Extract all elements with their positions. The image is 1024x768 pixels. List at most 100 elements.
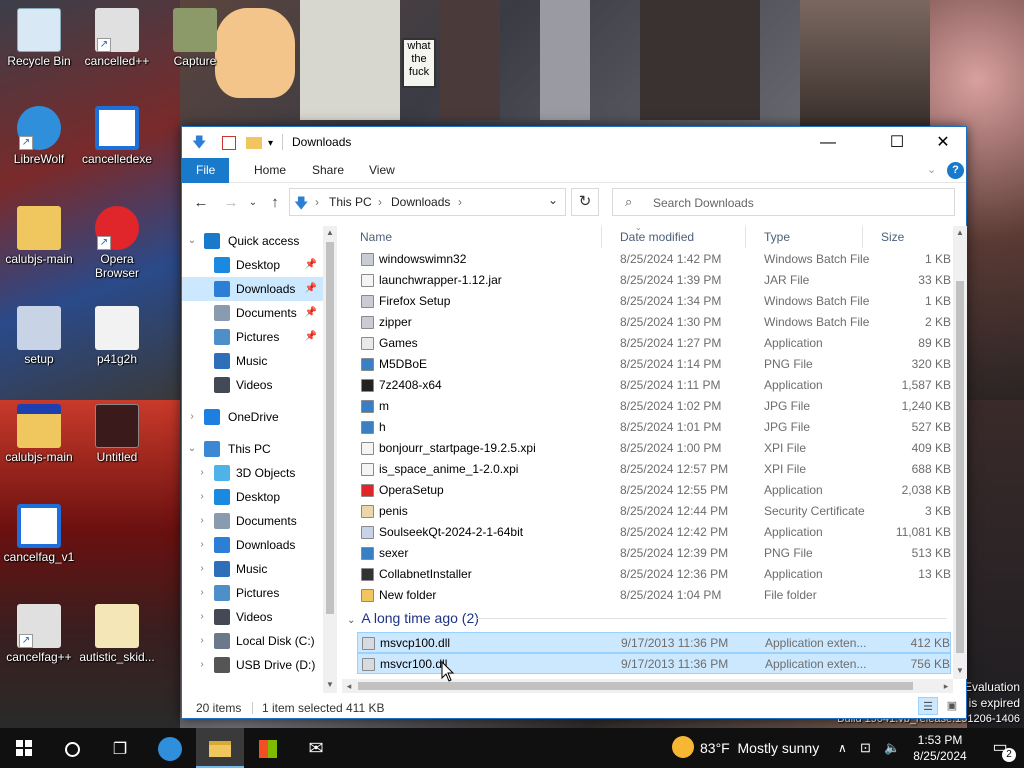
- column-header-name[interactable]: Name: [342, 226, 602, 248]
- search-button[interactable]: [48, 728, 96, 768]
- task-view-button[interactable]: ❐: [96, 728, 144, 768]
- tab-share[interactable]: Share: [298, 158, 358, 183]
- clock[interactable]: 1:53 PM 8/25/2024: [908, 732, 972, 764]
- nav-item-this-pc[interactable]: ⌄ This PC: [182, 437, 323, 461]
- collapse-chevron-icon[interactable]: ⌄: [186, 229, 198, 253]
- search-input[interactable]: [653, 194, 943, 212]
- expand-chevron-icon[interactable]: ›: [196, 461, 208, 485]
- help-button[interactable]: ?: [947, 162, 964, 179]
- file-row[interactable]: Firefox Setup 8/25/2024 1:34 PM Windows Ba…: [357, 291, 951, 312]
- pin-icon[interactable]: 📌: [305, 253, 317, 277]
- desktop-icon-calubjs-main[interactable]: calubjs-main: [0, 206, 78, 266]
- desktop-icon-cancelledexe[interactable]: cancelledexe: [78, 106, 156, 166]
- nav-item-pictures[interactable]: › Pictures: [182, 581, 323, 605]
- nav-item-quick-access[interactable]: ⌄ Quick access: [182, 229, 323, 253]
- nav-item-music[interactable]: › Music: [182, 557, 323, 581]
- file-row[interactable]: msvcp100.dll 9/17/2013 11:36 PM Applicatio…: [357, 632, 951, 653]
- pin-icon[interactable]: 📌: [305, 325, 317, 349]
- file-row[interactable]: zipper 8/25/2024 1:30 PM Windows Batch Fil…: [357, 312, 951, 333]
- expand-chevron-icon[interactable]: ›: [186, 405, 198, 429]
- file-row[interactable]: sexer 8/25/2024 12:39 PM PNG File 513 KB: [357, 543, 951, 564]
- file-list-horizontal-scrollbar[interactable]: ◂ ▸: [342, 679, 953, 693]
- start-button[interactable]: [0, 728, 48, 768]
- file-row[interactable]: penis 8/25/2024 12:44 PM Security Certific…: [357, 501, 951, 522]
- breadcrumb-chevron-icon[interactable]: ›: [315, 195, 319, 209]
- desktop-icon-cancelfag-plus[interactable]: cancelfag++: [0, 604, 78, 664]
- minimize-button[interactable]: —: [805, 127, 851, 158]
- weather-widget[interactable]: 83°F Mostly sunny: [672, 728, 819, 768]
- expand-ribbon-icon[interactable]: ⌄: [927, 163, 936, 176]
- nav-item-pictures[interactable]: Pictures 📌: [182, 325, 323, 349]
- nav-item-local-disk-c[interactable]: › Local Disk (C:): [182, 629, 323, 653]
- large-icons-view-icon[interactable]: ▣: [942, 697, 962, 715]
- file-row[interactable]: 7z2408-x64 8/25/2024 1:11 PM Application 1,…: [357, 375, 951, 396]
- customize-qat-icon[interactable]: ▾: [268, 136, 273, 152]
- file-row[interactable]: launchwrapper-1.12.jar 8/25/2024 1:39 PM J…: [357, 270, 951, 291]
- column-header-size[interactable]: Size: [863, 226, 953, 248]
- file-row[interactable]: m 8/25/2024 1:02 PM JPG File 1,240 KB: [357, 396, 951, 417]
- column-header-type[interactable]: Type: [746, 226, 863, 248]
- scroll-up-arrow-icon[interactable]: ▲: [953, 228, 967, 237]
- file-row[interactable]: is_space_anime_1-2.0.xpi 8/25/2024 12:57 …: [357, 459, 951, 480]
- file-row[interactable]: SoulseekQt-2024-2-1-64bit 8/25/2024 12:42…: [357, 522, 951, 543]
- tab-view[interactable]: View: [355, 158, 409, 183]
- collapse-chevron-icon[interactable]: ⌄: [347, 615, 355, 626]
- nav-item-usb-drive-d[interactable]: › USB Drive (D:): [182, 653, 323, 677]
- search-box[interactable]: ⌕: [612, 188, 955, 216]
- breadcrumb-this-pc[interactable]: This PC: [329, 195, 372, 209]
- expand-chevron-icon[interactable]: ›: [196, 533, 208, 557]
- expand-chevron-icon[interactable]: ›: [196, 629, 208, 653]
- notification-center-button[interactable]: ▭ 2: [980, 728, 1020, 768]
- nav-item-documents[interactable]: Documents 📌: [182, 301, 323, 325]
- file-row[interactable]: h 8/25/2024 1:01 PM JPG File 527 KB: [357, 417, 951, 438]
- desktop-icon-librewolf[interactable]: LibreWolf: [0, 106, 78, 166]
- scrollbar-thumb[interactable]: [956, 281, 964, 653]
- desktop-icon-recycle-bin[interactable]: Recycle Bin: [0, 8, 78, 68]
- taskbar-librewolf[interactable]: [146, 728, 194, 768]
- nav-item-videos[interactable]: › Videos: [182, 605, 323, 629]
- breadcrumb-downloads[interactable]: Downloads: [391, 195, 450, 209]
- file-row[interactable]: New folder 8/25/2024 1:04 PM File folder: [357, 585, 951, 606]
- desktop-icon-cancelled-plus[interactable]: cancelled++: [78, 8, 156, 68]
- column-header-date[interactable]: Date modified: [602, 226, 746, 248]
- title-bar[interactable]: 🡇 ▾ Downloads — ☐ ✕: [182, 127, 966, 158]
- file-row[interactable]: CollabnetInstaller 8/25/2024 12:36 PM Appl…: [357, 564, 951, 585]
- desktop-icon-autistic-skid[interactable]: autistic_skid...: [78, 604, 156, 664]
- nav-item-documents[interactable]: › Documents: [182, 509, 323, 533]
- navigation-pane-scrollbar[interactable]: ▲ ▼: [323, 226, 337, 693]
- taskbar-store[interactable]: [244, 728, 292, 768]
- tab-home[interactable]: Home: [240, 158, 300, 183]
- maximize-button[interactable]: ☐: [874, 127, 920, 158]
- scroll-up-arrow-icon[interactable]: ▲: [323, 228, 337, 237]
- pin-icon[interactable]: 📌: [305, 277, 317, 301]
- tab-file[interactable]: File: [182, 158, 230, 183]
- network-icon[interactable]: ⊡: [860, 728, 871, 768]
- pin-icon[interactable]: 📌: [305, 301, 317, 325]
- forward-arrow-icon[interactable]: →: [220, 192, 242, 214]
- nav-item-music[interactable]: Music: [182, 349, 323, 373]
- nav-item-desktop[interactable]: › Desktop: [182, 485, 323, 509]
- desktop-icon-opera[interactable]: Opera Browser: [78, 206, 156, 280]
- close-button[interactable]: ✕: [920, 127, 966, 158]
- nav-item-videos[interactable]: Videos: [182, 373, 323, 397]
- file-row[interactable]: OperaSetup 8/25/2024 12:55 PM Application 2…: [357, 480, 951, 501]
- nav-item-downloads[interactable]: › Downloads: [182, 533, 323, 557]
- file-row[interactable]: M5DBoE 8/25/2024 1:14 PM PNG File 320 KB: [357, 354, 951, 375]
- scrollbar-thumb[interactable]: [326, 242, 334, 614]
- volume-icon[interactable]: 🔈: [884, 728, 900, 768]
- refresh-button[interactable]: ↻: [571, 188, 599, 216]
- nav-item-downloads[interactable]: Downloads 📌: [182, 277, 323, 301]
- collapse-chevron-icon[interactable]: ⌄: [186, 437, 198, 461]
- expand-chevron-icon[interactable]: ›: [196, 485, 208, 509]
- file-list-vertical-scrollbar[interactable]: ▲ ▼: [953, 226, 967, 679]
- file-row[interactable]: bonjourr_startpage-19.2.5.xpi 8/25/2024 1…: [357, 438, 951, 459]
- nav-item-desktop[interactable]: Desktop 📌: [182, 253, 323, 277]
- new-folder-icon[interactable]: [246, 137, 262, 149]
- up-arrow-icon[interactable]: ↑: [264, 192, 286, 214]
- scroll-down-arrow-icon[interactable]: ▼: [953, 666, 967, 675]
- scrollbar-thumb[interactable]: [358, 682, 913, 690]
- desktop-icon-setup[interactable]: setup: [0, 306, 78, 366]
- details-view-icon[interactable]: ☰: [918, 697, 938, 715]
- breadcrumb-chevron-icon[interactable]: ›: [378, 195, 382, 209]
- expand-chevron-icon[interactable]: ›: [196, 557, 208, 581]
